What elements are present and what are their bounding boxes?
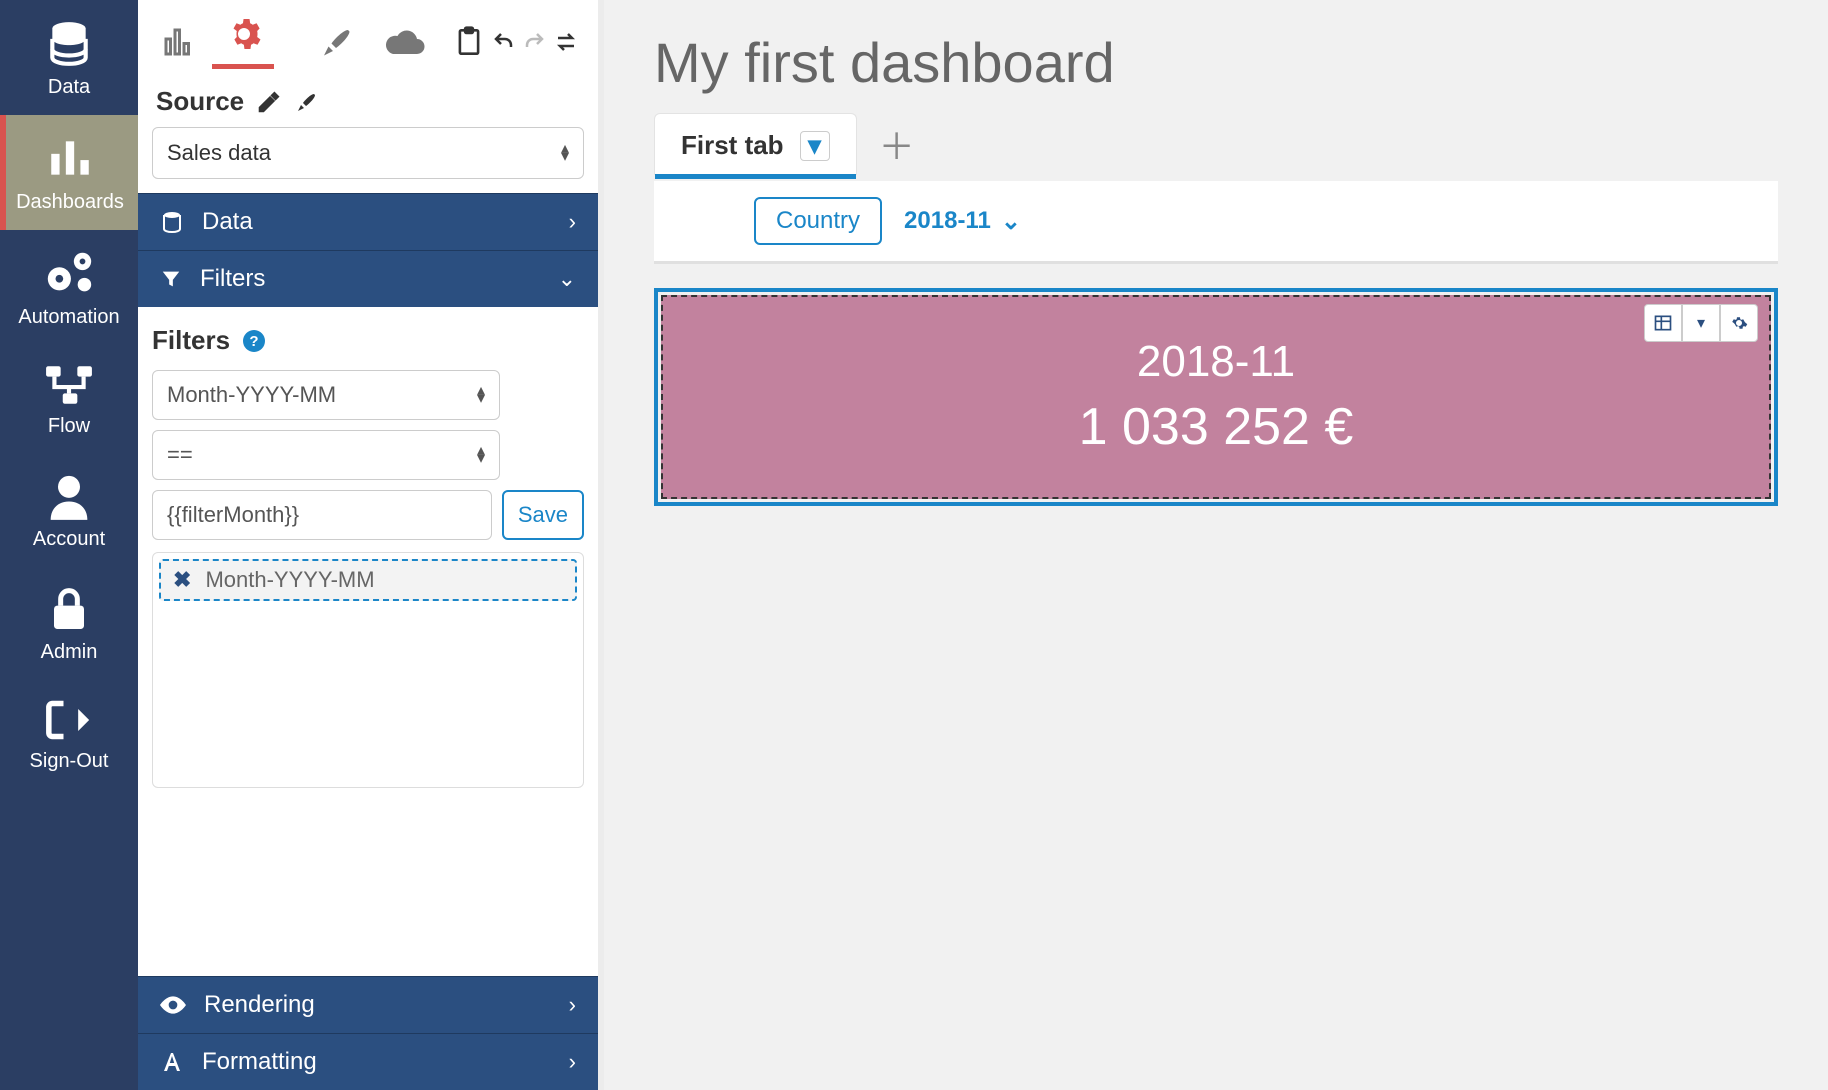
accordion-formatting-label: Formatting: [202, 1048, 317, 1076]
chevron-down-icon: ⌄: [558, 266, 576, 292]
main-canvas: My first dashboard First tab ▾ ＋ Country…: [604, 0, 1828, 1090]
filter-chip-label: Month-YYYY-MM: [205, 567, 374, 593]
filter-chip-box: ✖ Month-YYYY-MM: [152, 552, 584, 788]
filter-value: {{filterMonth}}: [167, 502, 299, 528]
toolbar-brush-icon[interactable]: [318, 24, 354, 60]
nav-label-account: Account: [33, 528, 105, 550]
tab-dropdown-icon[interactable]: ▾: [800, 131, 830, 161]
chevron-right-icon: ›: [569, 209, 576, 235]
accordion-filters-label: Filters: [200, 265, 265, 293]
source-label: Source: [156, 86, 244, 117]
filter-operator-value: ==: [167, 442, 193, 468]
nav-item-data[interactable]: Data: [0, 0, 138, 115]
nav-item-account[interactable]: Account: [0, 454, 138, 567]
nav-item-dashboards[interactable]: Dashboards: [0, 115, 138, 230]
add-tab-button[interactable]: ＋: [879, 118, 915, 170]
tile-dropdown-icon[interactable]: ▾: [1682, 304, 1720, 342]
font-icon: [160, 1050, 184, 1074]
filter-operator-select[interactable]: == ▴▾: [152, 430, 500, 480]
accordion-filters[interactable]: Filters ⌄: [138, 250, 598, 307]
caret-updown-icon: ▴▾: [477, 447, 485, 463]
source-title-row: Source: [138, 72, 598, 127]
nav-label-dashboards: Dashboards: [16, 191, 124, 213]
kpi-tile[interactable]: 2018-11 1 033 252 € ▾: [654, 288, 1778, 506]
lock-icon: [49, 585, 89, 633]
filter-country-pill[interactable]: Country: [754, 197, 882, 245]
edit-source-icon[interactable]: [256, 89, 282, 115]
filter-chip[interactable]: ✖ Month-YYYY-MM: [159, 559, 577, 601]
accordion-data[interactable]: Data ›: [138, 193, 598, 250]
dashboard-filter-bar: Country 2018-11 ⌄: [654, 181, 1778, 264]
nav-item-flow[interactable]: Flow: [0, 345, 138, 454]
tile-table-icon[interactable]: [1644, 304, 1682, 342]
gears-icon: [42, 248, 96, 298]
panel-toolbar: [138, 0, 598, 72]
flow-icon: [44, 363, 94, 407]
filter-icon: [160, 268, 182, 290]
tile-toolbar: ▾: [1644, 304, 1758, 342]
filter-month-value: 2018-11: [904, 207, 991, 235]
config-panel: Source Sales data ▴▾ Data › Filters ⌄ Fi…: [138, 0, 604, 1090]
toolbar-clipboard-icon[interactable]: [456, 26, 482, 58]
tab-bar: First tab ▾ ＋: [604, 113, 1828, 175]
caret-updown-icon: ▴▾: [477, 387, 485, 403]
tile-gear-icon[interactable]: [1720, 304, 1758, 342]
source-select[interactable]: Sales data ▴▾: [152, 127, 584, 179]
source-value: Sales data: [167, 140, 271, 166]
nav-label-automation: Automation: [18, 306, 119, 328]
toolbar-chart-icon[interactable]: [160, 24, 196, 60]
filters-title: Filters: [152, 325, 230, 356]
nav-item-signout[interactable]: Sign-Out: [0, 680, 138, 789]
filter-value-input[interactable]: {{filterMonth}}: [152, 490, 492, 540]
filter-month-dropdown[interactable]: 2018-11 ⌄: [904, 207, 1021, 236]
tab-first[interactable]: First tab ▾: [654, 113, 857, 175]
accordion-data-label: Data: [202, 208, 253, 236]
chevron-down-icon: ⌄: [1001, 207, 1021, 236]
toolbar-swap-icon[interactable]: [554, 30, 578, 54]
accordion-rendering[interactable]: Rendering ›: [138, 976, 598, 1033]
toolbar-redo-icon[interactable]: [522, 30, 546, 54]
nav-label-flow: Flow: [48, 415, 90, 437]
eye-icon: [160, 995, 186, 1015]
nav-label-admin: Admin: [41, 641, 98, 663]
tile-period: 2018-11: [1137, 337, 1295, 387]
chart-icon: [45, 133, 95, 183]
nav-item-automation[interactable]: Automation: [0, 230, 138, 345]
nav-label-signout: Sign-Out: [30, 750, 109, 772]
signout-icon: [45, 698, 93, 742]
help-icon[interactable]: ?: [242, 329, 266, 353]
brush-source-icon[interactable]: [294, 90, 318, 114]
database-icon: [160, 210, 184, 234]
svg-text:?: ?: [249, 333, 258, 350]
tile-value: 1 033 252 €: [1079, 397, 1354, 457]
database-icon: [44, 18, 94, 68]
nav-item-admin[interactable]: Admin: [0, 567, 138, 680]
save-filter-button[interactable]: Save: [502, 490, 584, 540]
user-icon: [47, 472, 91, 520]
toolbar-undo-icon[interactable]: [492, 30, 516, 54]
toolbar-cloud-icon[interactable]: [384, 24, 426, 60]
filter-column-value: Month-YYYY-MM: [167, 382, 336, 408]
tab-label: First tab: [681, 130, 784, 161]
filter-column-select[interactable]: Month-YYYY-MM ▴▾: [152, 370, 500, 420]
remove-chip-icon[interactable]: ✖: [173, 567, 191, 593]
nav-sidebar: Data Dashboards Automation Flow Account …: [0, 0, 138, 1090]
chevron-right-icon: ›: [569, 992, 576, 1018]
accordion-formatting[interactable]: Formatting ›: [138, 1033, 598, 1090]
toolbar-gear-icon[interactable]: [226, 16, 288, 69]
kpi-tile-content: 2018-11 1 033 252 €: [661, 295, 1771, 499]
accordion-rendering-label: Rendering: [204, 991, 315, 1019]
chevron-right-icon: ›: [569, 1049, 576, 1075]
caret-updown-icon: ▴▾: [561, 145, 569, 161]
nav-label-data: Data: [48, 76, 90, 98]
filters-body: Filters ? Month-YYYY-MM ▴▾ == ▴▾ {{filte…: [138, 307, 598, 798]
dashboard-title: My first dashboard: [604, 0, 1828, 113]
